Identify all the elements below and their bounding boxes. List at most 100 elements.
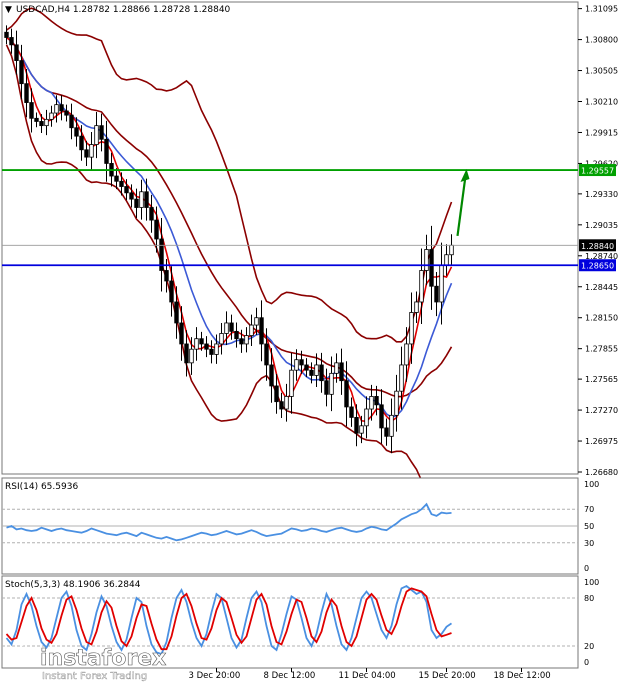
candle-body	[189, 348, 194, 364]
candle-body	[429, 249, 434, 287]
candle-body	[344, 380, 349, 408]
candle-body	[294, 359, 299, 371]
candle-body	[269, 364, 274, 387]
candle-body	[224, 322, 229, 334]
stoch-tick-label: 80	[584, 594, 594, 603]
candle-body	[209, 348, 214, 355]
candle-body	[9, 37, 14, 46]
rsi-tick-label: 50	[584, 522, 594, 531]
forex-chart: 1.310951.308001.305051.302101.299151.296…	[1, 1, 618, 682]
header-text: USDCAD,H4 1.28782 1.28866 1.28728 1.2884…	[16, 5, 231, 15]
candle-body	[394, 390, 399, 416]
rsi-tick-label: 100	[584, 480, 599, 489]
candle-body	[319, 364, 324, 382]
current-label: 1.28840	[581, 242, 614, 251]
candle-body	[324, 380, 329, 395]
stoch-axis: 100 80 20 0	[584, 578, 599, 667]
support-label: 1.28650	[581, 262, 614, 271]
candle-body	[374, 396, 379, 406]
candle-body	[414, 301, 419, 313]
candle-body	[409, 312, 414, 345]
price-tick-label: 1.29035	[585, 221, 618, 230]
main-panel	[1, 1, 579, 475]
candle-body	[379, 404, 384, 429]
candle-body	[104, 138, 109, 164]
candle-body	[184, 343, 189, 364]
candle-body	[29, 102, 34, 119]
candle-body	[384, 427, 389, 437]
candle-body	[204, 343, 209, 350]
candle-body	[34, 117, 39, 122]
candle-body	[219, 333, 224, 345]
candle-body	[114, 175, 119, 182]
candle-body	[279, 401, 284, 410]
price-tick-label: 1.28150	[585, 314, 618, 323]
candle-body	[44, 118, 49, 127]
price-tick-label: 1.30210	[585, 98, 618, 107]
price-tick-label: 1.30505	[585, 67, 618, 76]
candle-body	[59, 104, 64, 112]
candle-body	[389, 414, 394, 437]
candle-body	[239, 338, 244, 345]
stoch-label: Stoch(5,3,3) 48.1906 36.2844	[5, 580, 141, 590]
price-tick-label: 1.29915	[585, 128, 618, 137]
candle-body	[329, 372, 334, 395]
candle-body	[19, 60, 24, 85]
time-tick-label: 3 Dec 20:00	[189, 671, 241, 681]
candle-body	[354, 417, 359, 434]
candle-body	[119, 180, 124, 187]
candle-body	[434, 285, 439, 303]
candle-body	[64, 110, 69, 116]
candle-body	[424, 249, 429, 271]
candle-body	[334, 362, 339, 374]
candle-body	[14, 44, 19, 61]
candle-body	[199, 338, 204, 345]
candle-body	[49, 112, 54, 120]
candle-body	[154, 219, 159, 240]
candle-body	[194, 338, 199, 350]
candle-body	[134, 198, 139, 208]
price-tick-label: 1.28445	[585, 283, 618, 292]
candle-body	[264, 343, 269, 366]
stoch-tick-label: 100	[584, 578, 599, 587]
candle-body	[369, 396, 374, 410]
candle-body	[419, 270, 424, 303]
candle-body	[234, 330, 239, 340]
rsi-tick-label: 30	[584, 539, 594, 548]
time-tick-label: 11 Dec 04:00	[339, 671, 396, 681]
time-tick-label: 18 Dec 12:00	[494, 671, 551, 681]
candle-body	[359, 425, 364, 434]
time-tick-label: 8 Dec 12:00	[264, 671, 316, 681]
candle-body	[24, 83, 29, 103]
candle-body	[89, 144, 94, 158]
price-tick-label: 1.27270	[585, 406, 618, 415]
candle-body	[274, 385, 279, 403]
header: ▼ USDCAD,H4 1.28782 1.28866 1.28728 1.28…	[5, 5, 231, 15]
candle-body	[309, 369, 314, 376]
candle-body	[289, 369, 294, 397]
price-tick-label: 1.30800	[585, 36, 618, 45]
resistance-label: 1.29557	[581, 167, 614, 176]
candle-body	[364, 408, 369, 427]
candle-body	[84, 149, 89, 158]
candle-body	[94, 125, 99, 145]
candle-body	[284, 396, 289, 410]
candle-body	[129, 192, 134, 200]
candle-body	[149, 207, 154, 221]
time-axis: 3 Dec 20:00 8 Dec 12:00 11 Dec 04:00 15 Dec…	[189, 668, 551, 681]
candle-body	[54, 104, 59, 114]
price-tick-label: 1.27855	[585, 345, 618, 354]
candle-body	[74, 127, 79, 137]
candle-body	[164, 270, 169, 282]
candle-body	[254, 317, 259, 326]
candle-body	[304, 364, 309, 371]
logo-tagline: Instant Forex Trading	[42, 671, 147, 682]
candle-body	[39, 121, 44, 127]
candle-body	[69, 114, 74, 129]
rsi-tick-label: 70	[584, 505, 594, 514]
candle-body	[439, 264, 444, 303]
candle-body	[139, 191, 144, 208]
candle-body	[4, 31, 9, 38]
price-tick-label: 1.31095	[585, 5, 618, 14]
candle-body	[259, 317, 264, 345]
